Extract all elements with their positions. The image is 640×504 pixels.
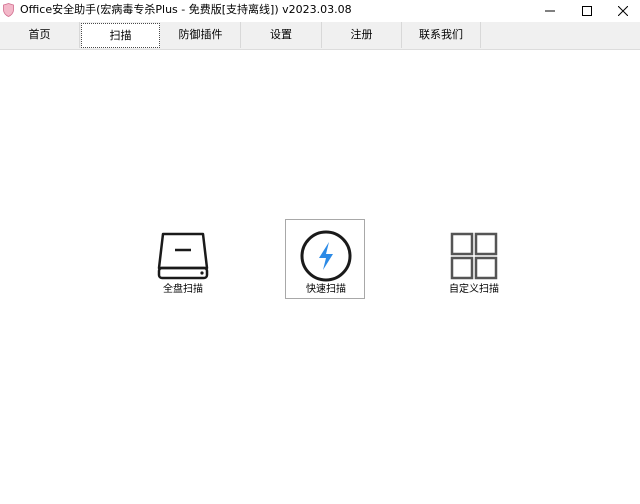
tab-label: 设置: [270, 28, 292, 41]
tab-contact[interactable]: 联系我们: [402, 22, 481, 48]
quick-scan-button[interactable]: 快速扫描: [285, 219, 365, 299]
maximize-icon: [582, 6, 592, 16]
close-icon: [618, 6, 628, 16]
tab-scan[interactable]: 扫描: [81, 23, 160, 48]
custom-scan-label: 自定义扫描: [449, 284, 499, 295]
custom-scan-button[interactable]: 自定义扫描: [433, 219, 513, 299]
tab-label: 首页: [28, 28, 51, 41]
grid-icon: [450, 232, 498, 280]
tab-home[interactable]: 首页: [0, 22, 80, 48]
tab-bar: 首页 扫描 防御插件 设置 注册 联系我们: [0, 22, 640, 50]
full-scan-button[interactable]: 全盘扫描: [142, 219, 222, 299]
quick-scan-label: 快速扫描: [306, 284, 346, 295]
tab-label: 扫描: [109, 28, 132, 42]
minimize-button[interactable]: [530, 0, 570, 22]
maximize-button[interactable]: [567, 0, 607, 22]
tab-defense-plugin[interactable]: 防御插件: [161, 22, 241, 48]
tab-settings[interactable]: 设置: [241, 22, 322, 48]
lightning-icon: [300, 230, 352, 282]
tab-label: 注册: [350, 28, 373, 41]
app-window: Office安全助手(宏病毒专杀Plus - 免费版[支持离线]) v2023.…: [0, 0, 640, 504]
tab-register[interactable]: 注册: [322, 22, 402, 48]
minimize-icon: [545, 10, 555, 12]
title-bar[interactable]: Office安全助手(宏病毒专杀Plus - 免费版[支持离线]) v2023.…: [0, 0, 640, 22]
app-logo-icon: [3, 3, 14, 17]
tab-label: 联系我们: [419, 28, 463, 41]
close-button[interactable]: [603, 0, 640, 22]
tab-label: 防御插件: [178, 28, 223, 41]
scan-panel: 全盘扫描 快速扫描 自定义扫描: [0, 50, 640, 504]
full-scan-label: 全盘扫描: [163, 284, 203, 295]
hard-drive-icon: [157, 232, 209, 280]
window-title: Office安全助手(宏病毒专杀Plus - 免费版[支持离线]) v2023.…: [20, 3, 352, 16]
